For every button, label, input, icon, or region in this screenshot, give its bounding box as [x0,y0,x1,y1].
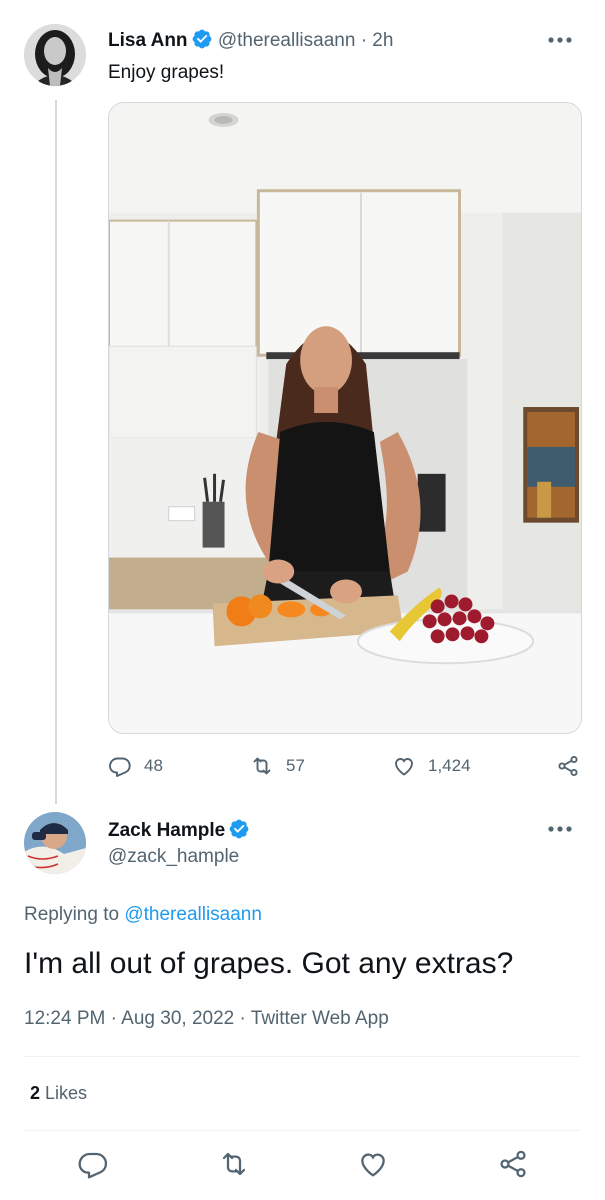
tweet-source[interactable]: Twitter Web App [251,1008,389,1029]
separator-dot: · [110,1008,117,1029]
replying-to-handle-link[interactable]: @thereallisaann [124,904,262,925]
likes-count: 2 [30,1083,41,1103]
tweet-photo[interactable] [108,102,582,734]
tweet-header: Lisa Ann @thereallisaann · 2h [108,28,393,52]
author-handle[interactable]: @thereallisaann [218,30,356,51]
separator-dot: · [239,1008,246,1029]
share-icon[interactable] [497,1148,529,1180]
more-options-icon[interactable] [547,35,573,45]
thread-connector-line [55,100,57,804]
verified-badge-icon [191,28,213,50]
tweet-text: Enjoy grapes! [108,62,225,83]
verified-badge-icon [228,818,250,840]
retweet-count: 57 [286,756,305,775]
heart-icon [392,754,416,778]
likes-stat[interactable]: 2 Likes [30,1083,87,1104]
like-button[interactable]: 1,424 [392,752,471,780]
tweet-meta: 12:24 PM · Aug 30, 2022 · Twitter Web Ap… [24,1008,389,1030]
divider [24,1130,581,1131]
reply-author-avatar-image [24,812,86,874]
replying-to-label: Replying to [24,904,120,925]
separator-dot: · [360,30,368,51]
author-name[interactable]: Lisa Ann [108,30,188,51]
reply-button[interactable]: 48 [108,752,163,780]
divider [24,1056,581,1057]
tweet-actions-bar: 48 57 1,424 [108,752,582,780]
reply-author-avatar[interactable] [24,812,86,874]
replying-to-line: Replying to @thereallisaann [24,904,262,926]
tweet-time-ago[interactable]: 2h [372,30,393,51]
likes-label: Likes [45,1083,88,1103]
reply-count: 48 [144,756,163,775]
reply-author-name-row: Zack Hample [108,818,250,842]
author-avatar[interactable] [24,24,86,86]
retweet-icon[interactable] [218,1148,250,1180]
tweet-date[interactable]: Aug 30, 2022 [121,1008,234,1029]
heart-icon[interactable] [357,1148,389,1180]
more-options-icon[interactable] [547,824,573,834]
kitchen-photo-image [109,103,581,733]
reply-tweet-text: I'm all out of grapes. Got any extras? [24,947,514,980]
like-count: 1,424 [428,756,471,775]
reply-icon[interactable] [77,1148,109,1180]
retweet-button[interactable]: 57 [250,752,305,780]
retweet-icon [250,754,274,778]
reply-author-name[interactable]: Zack Hample [108,820,225,841]
tweet-time[interactable]: 12:24 PM [24,1008,105,1029]
reply-author-handle[interactable]: @zack_hample [108,846,239,868]
share-icon [556,754,580,778]
author-avatar-image [24,24,86,86]
reply-icon [108,754,132,778]
share-button[interactable] [556,752,580,780]
reply-actions-bar [0,1148,605,1180]
